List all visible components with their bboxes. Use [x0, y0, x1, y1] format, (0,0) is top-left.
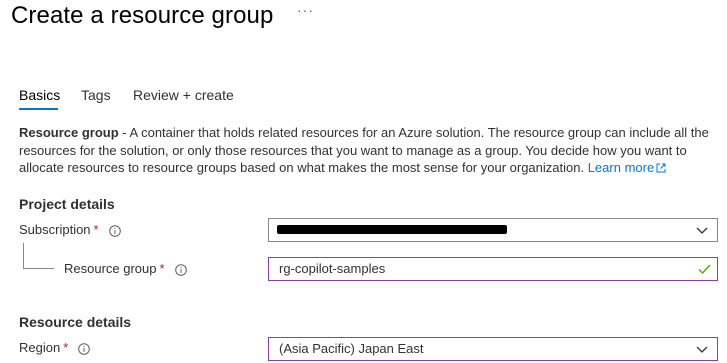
- tab-review-create[interactable]: Review + create: [133, 86, 234, 104]
- required-marker: *: [63, 340, 69, 355]
- tab-review-create-label: Review + create: [133, 87, 234, 103]
- tab-basics-label: Basics: [19, 87, 61, 103]
- resource-details-heading: Resource details: [19, 314, 132, 330]
- learn-more-link[interactable]: Learn more: [588, 160, 666, 175]
- tab-tags[interactable]: Tags: [81, 86, 111, 104]
- redacted-subscription-value: [277, 225, 507, 234]
- more-options-icon[interactable]: ···: [297, 2, 314, 18]
- resource-group-label: Resource group *: [64, 260, 165, 278]
- tab-basics[interactable]: Basics: [19, 86, 60, 104]
- checkmark-icon: [698, 264, 711, 275]
- region-info-icon[interactable]: [78, 343, 90, 355]
- region-label-text: Region: [19, 340, 61, 355]
- resource-group-value: rg-copilot-samples: [279, 261, 386, 276]
- chevron-down-icon: [696, 227, 708, 234]
- learn-more-label: Learn more: [587, 160, 655, 175]
- tab-tags-label: Tags: [81, 87, 111, 103]
- subscription-info-icon[interactable]: [109, 225, 121, 237]
- project-details-heading: Project details: [19, 196, 115, 212]
- page-title: Create a resource group: [11, 2, 274, 29]
- external-link-icon: [656, 163, 666, 173]
- required-marker: *: [93, 222, 99, 237]
- chevron-down-icon: [696, 346, 708, 353]
- required-marker: *: [159, 261, 165, 276]
- resource-group-input[interactable]: rg-copilot-samples: [268, 257, 718, 281]
- tab-active-indicator: [19, 108, 58, 110]
- resource-group-info-icon[interactable]: [175, 264, 187, 276]
- subscription-label: Subscription *: [19, 221, 99, 239]
- region-label: Region *: [19, 339, 68, 357]
- description-bold-lead: Resource group: [19, 125, 119, 140]
- resource-group-description: Resource group - A container that holds …: [19, 124, 719, 177]
- tree-connector-vertical: [23, 243, 24, 268]
- region-dropdown[interactable]: (Asia Pacific) Japan East: [268, 337, 718, 361]
- resource-group-label-text: Resource group: [64, 261, 157, 276]
- tree-connector-horizontal: [23, 268, 54, 269]
- subscription-label-text: Subscription: [19, 222, 91, 237]
- subscription-dropdown[interactable]: [268, 218, 718, 242]
- region-value: (Asia Pacific) Japan East: [279, 341, 424, 356]
